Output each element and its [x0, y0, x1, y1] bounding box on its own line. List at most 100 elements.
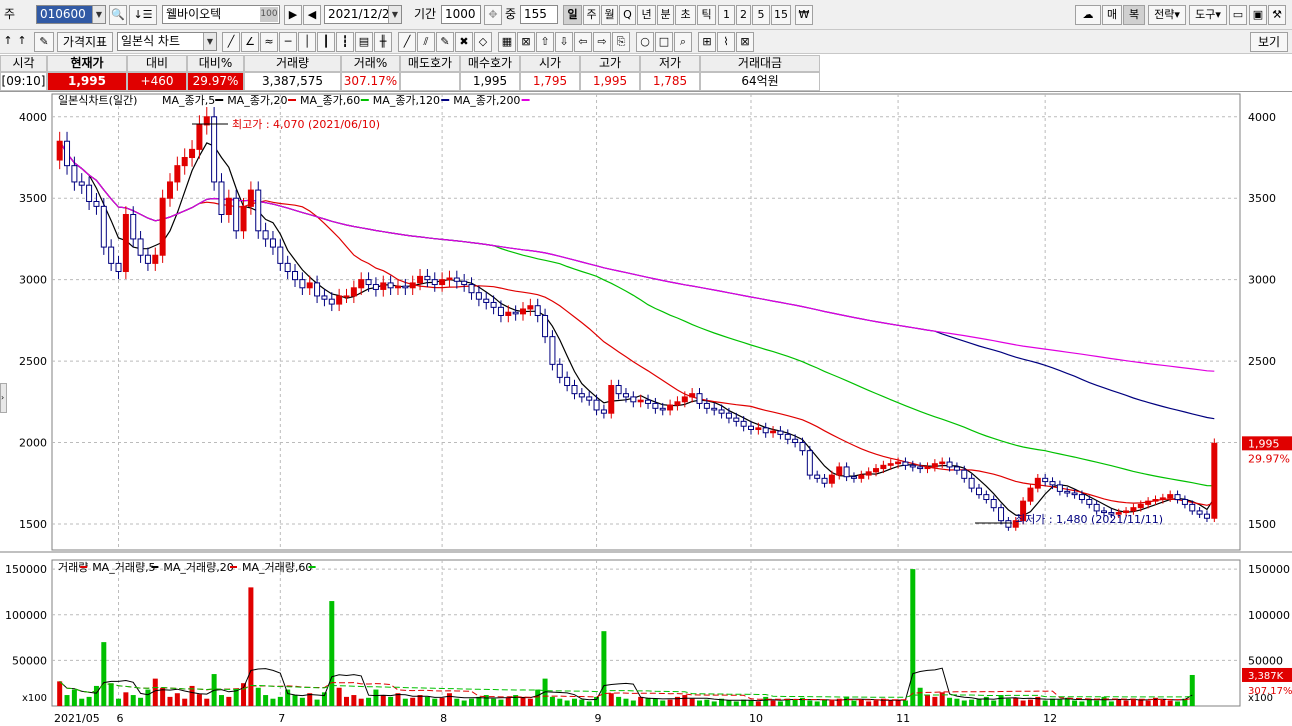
- vertical-line-icon[interactable]: │: [298, 32, 316, 52]
- candle: [174, 165, 181, 183]
- chart-type-select[interactable]: 일본식 차트 ▼: [117, 32, 217, 51]
- period-tab[interactable]: 5: [752, 5, 770, 25]
- period-tab[interactable]: 주: [583, 5, 600, 25]
- cloud-icon[interactable]: ☁: [1075, 5, 1101, 25]
- edit-icon[interactable]: ✎: [34, 32, 54, 52]
- candle: [1159, 497, 1166, 501]
- y-tick-left: 2000: [19, 437, 47, 450]
- x-label: 12: [1043, 712, 1057, 725]
- pen-icon[interactable]: ╱: [398, 32, 416, 52]
- save-icon[interactable]: ▣: [1249, 5, 1267, 25]
- period-tab[interactable]: 분: [657, 5, 674, 25]
- fibo-time-icon[interactable]: ┇: [336, 32, 354, 52]
- view-button[interactable]: 보기: [1250, 32, 1288, 52]
- fibo-fan-icon[interactable]: ▤: [355, 32, 373, 52]
- candle: [1145, 500, 1152, 505]
- candle: [725, 412, 732, 419]
- candle: [895, 461, 902, 465]
- period-tab[interactable]: Q: [619, 5, 636, 25]
- folder-icon[interactable]: ▭: [1229, 5, 1247, 25]
- diamond-icon[interactable]: ◇: [474, 32, 492, 52]
- single-button[interactable]: 매: [1102, 5, 1122, 25]
- y-tick-left: 3500: [19, 192, 47, 205]
- gann-icon[interactable]: ╫: [374, 32, 392, 52]
- candle: [659, 407, 666, 411]
- tools-button[interactable]: 도구▾: [1189, 5, 1227, 25]
- strategy-button[interactable]: 전략▾: [1148, 5, 1186, 25]
- candle: [755, 427, 762, 430]
- period-tab[interactable]: 월: [601, 5, 618, 25]
- stock-code-input[interactable]: 010600 ▼: [36, 5, 106, 24]
- price-chart[interactable]: 1500150020002000250025003000300035003500…: [0, 92, 1292, 726]
- erase-icon[interactable]: ✖: [455, 32, 473, 52]
- period-label: 기간: [414, 7, 437, 21]
- quote-value: 1,795: [520, 72, 580, 91]
- wave-icon[interactable]: ⌇: [717, 32, 735, 52]
- volume-bar: [1020, 700, 1026, 706]
- indicator-button[interactable]: 가격지표: [57, 32, 113, 52]
- up-arrow-icon[interactable]: ↑: [1, 32, 15, 52]
- volume-bar: [204, 698, 210, 706]
- zoom-icon[interactable]: ⌕: [674, 32, 692, 52]
- wrench-icon[interactable]: ⚒: [1268, 5, 1286, 25]
- date-input[interactable]: 2021/12/27 ▼: [324, 5, 402, 24]
- period-tab[interactable]: 2: [736, 5, 751, 25]
- circle-icon[interactable]: ○: [636, 32, 654, 52]
- left-shape-icon[interactable]: ⇦: [574, 32, 592, 52]
- trendline-icon[interactable]: ╱: [222, 32, 240, 52]
- right-shape-icon[interactable]: ⇨: [593, 32, 611, 52]
- candle: [277, 246, 284, 264]
- chevron-down-icon[interactable]: ▼: [92, 6, 105, 23]
- horizontal-line-icon[interactable]: ─: [279, 32, 297, 52]
- volume-bar: [351, 695, 357, 706]
- candle: [461, 280, 468, 286]
- period-tab[interactable]: 틱: [697, 5, 716, 25]
- vertical-lines-icon[interactable]: ┃: [317, 32, 335, 52]
- chevron-down-icon[interactable]: ▼: [203, 33, 216, 50]
- period-tab[interactable]: 일: [563, 5, 582, 25]
- next-icon[interactable]: ▶: [284, 5, 302, 25]
- candle: [372, 284, 379, 290]
- candle: [622, 393, 629, 398]
- volume-bar: [1079, 701, 1085, 706]
- volume-bar: [998, 695, 1004, 706]
- sort-icon[interactable]: ↓☰: [129, 5, 157, 25]
- period-tab[interactable]: 1: [718, 5, 735, 25]
- parallel-icon[interactable]: ⫽: [417, 32, 435, 52]
- fibo-icon[interactable]: ≈: [260, 32, 278, 52]
- volume-bar: [57, 681, 63, 706]
- period-tab[interactable]: 초: [675, 5, 696, 25]
- delete-icon[interactable]: ⊠: [736, 32, 754, 52]
- quote-value: [400, 72, 460, 91]
- down-shape-icon[interactable]: ⇩: [555, 32, 573, 52]
- add-icon[interactable]: ⊞: [698, 32, 716, 52]
- cross-box-icon[interactable]: ⊠: [517, 32, 535, 52]
- search-icon[interactable]: 🔍: [109, 5, 127, 25]
- multi-button[interactable]: 복: [1123, 5, 1145, 25]
- up-shape-icon[interactable]: ⇧: [536, 32, 554, 52]
- pencil-icon[interactable]: ✎: [436, 32, 454, 52]
- volume-bar: [299, 697, 305, 706]
- rectangle-icon[interactable]: □: [655, 32, 673, 52]
- volume-bar: [1145, 700, 1151, 706]
- stock-name-field[interactable]: 웰바이오텍 100: [162, 5, 280, 24]
- period-tab[interactable]: 15: [771, 5, 791, 25]
- chevron-down-icon[interactable]: ▼: [388, 6, 401, 23]
- prev-icon[interactable]: ◀: [303, 5, 321, 25]
- candle: [718, 409, 725, 414]
- down-arrow-icon[interactable]: ↑: [15, 32, 29, 52]
- grid-icon[interactable]: ▦: [498, 32, 516, 52]
- candle: [1137, 503, 1144, 509]
- angle-line-icon[interactable]: ∠: [241, 32, 259, 52]
- candle: [542, 314, 549, 338]
- count-input[interactable]: 155: [520, 5, 558, 24]
- volume-tick-left: 50000: [12, 654, 47, 667]
- copy-icon[interactable]: ⎘: [612, 32, 630, 52]
- volume-scale: x100: [22, 693, 47, 704]
- period-input[interactable]: 1000: [441, 5, 481, 24]
- move-icon[interactable]: ✥: [484, 5, 502, 25]
- currency-button[interactable]: ₩: [795, 5, 813, 25]
- quote-header: 시가: [520, 55, 580, 72]
- volume-bar: [667, 699, 673, 706]
- period-tab[interactable]: 년: [637, 5, 656, 25]
